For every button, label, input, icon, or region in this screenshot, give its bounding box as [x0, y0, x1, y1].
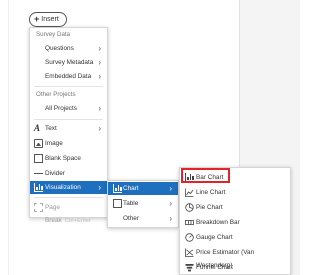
plus-icon: +	[34, 14, 40, 24]
menu-item-blank-space[interactable]: Blank Space	[30, 152, 107, 165]
menu-item-label: All Projects	[45, 105, 77, 112]
breakdown-bar-icon	[185, 218, 194, 227]
insert-button-label: Insert	[41, 16, 59, 23]
menu-item-divider[interactable]: Divider	[30, 167, 107, 180]
menu-divider	[34, 86, 103, 87]
chart-type-label: Gauge Chart	[196, 234, 233, 241]
submenu-item-table[interactable]: Table ›	[108, 197, 178, 210]
chevron-right-icon: ›	[169, 199, 172, 208]
chevron-right-icon: ›	[98, 104, 101, 113]
chart-type-line-chart[interactable]: Line Chart	[180, 186, 290, 199]
chevron-right-icon: ›	[98, 124, 101, 133]
table-icon	[113, 199, 122, 208]
menu-item-label: Page Break	[45, 204, 62, 224]
text-icon: A	[34, 123, 41, 133]
chart-type-label: Line Chart	[196, 189, 226, 196]
submenu-item-chart[interactable]: Chart ›	[108, 182, 178, 195]
menu-item-embedded-data[interactable]: Embedded Data ›	[30, 70, 107, 83]
menu-item-label: Visualization	[45, 184, 81, 191]
menu-divider	[34, 197, 103, 198]
menu-item-page-break[interactable]: Page Break Ctrl+Enter	[30, 201, 107, 224]
shortcut-hint: Ctrl+Enter	[64, 218, 91, 224]
menu-item-survey-metadata[interactable]: Survey Metadata ›	[30, 56, 107, 69]
survey-data-header: Survey Data	[36, 31, 71, 38]
funnel-icon	[185, 263, 194, 272]
chart-types-submenu: Bar Chart Line Chart Pie Chart Breakdown…	[179, 167, 291, 275]
chevron-right-icon: ›	[98, 72, 101, 81]
visualization-submenu: Chart › Table › Other ›	[107, 180, 179, 228]
page-break-icon	[34, 203, 43, 212]
menu-item-label: Blank Space	[45, 155, 81, 162]
submenu-item-label: Other	[123, 215, 139, 222]
chart-type-funnel-chart[interactable]: Funnel Chart	[180, 261, 290, 274]
chevron-right-icon: ›	[169, 184, 172, 193]
chart-type-label: Breakdown Bar	[196, 219, 240, 226]
menu-item-image[interactable]: Image	[30, 137, 107, 150]
gauge-icon	[185, 233, 194, 242]
menu-item-all-projects[interactable]: All Projects ›	[30, 102, 107, 115]
chevron-right-icon: ›	[98, 183, 101, 192]
submenu-item-label: Table	[123, 200, 139, 207]
menu-item-label: Image	[45, 140, 63, 147]
menu-item-questions[interactable]: Questions ›	[30, 42, 107, 55]
bar-chart-icon	[34, 183, 43, 192]
line-chart-icon	[185, 188, 194, 197]
menu-item-label: Divider	[45, 170, 65, 177]
blank-space-icon	[34, 154, 43, 163]
submenu-item-other[interactable]: Other ›	[108, 212, 178, 225]
divider-icon	[34, 173, 43, 174]
chevron-right-icon: ›	[169, 214, 172, 223]
chevron-right-icon: ›	[98, 58, 101, 67]
price-estimator-icon	[185, 248, 194, 257]
chart-type-price-estimator[interactable]: Price Estimator (Van Westendorp)	[180, 246, 290, 269]
menu-divider	[34, 119, 103, 120]
menu-item-text[interactable]: A Text ›	[30, 122, 107, 135]
menu-item-label: Embedded Data	[45, 73, 92, 80]
bar-chart-icon	[113, 184, 122, 193]
pie-chart-icon	[185, 203, 194, 212]
menu-item-label: Text	[45, 125, 57, 132]
insert-menu: Survey Data Questions › Survey Metadata …	[29, 27, 108, 224]
other-projects-header: Other Projects	[36, 91, 76, 98]
highlight-box	[181, 168, 230, 183]
chart-type-label: Funnel Chart	[196, 264, 233, 271]
insert-button[interactable]: + Insert	[29, 12, 67, 27]
chart-type-label: Pie Chart	[196, 204, 223, 211]
chart-type-gauge-chart[interactable]: Gauge Chart	[180, 231, 290, 244]
chart-type-pie-chart[interactable]: Pie Chart	[180, 201, 290, 214]
page-break-text: Page Break Ctrl+Enter	[45, 201, 107, 228]
menu-item-label: Questions	[45, 45, 74, 52]
submenu-item-label: Chart	[123, 185, 139, 192]
image-icon	[34, 139, 43, 148]
chart-type-breakdown-bar[interactable]: Breakdown Bar	[180, 216, 290, 229]
menu-item-label: Survey Metadata	[45, 59, 94, 66]
menu-item-visualization[interactable]: Visualization ›	[30, 181, 107, 194]
chevron-right-icon: ›	[98, 44, 101, 53]
